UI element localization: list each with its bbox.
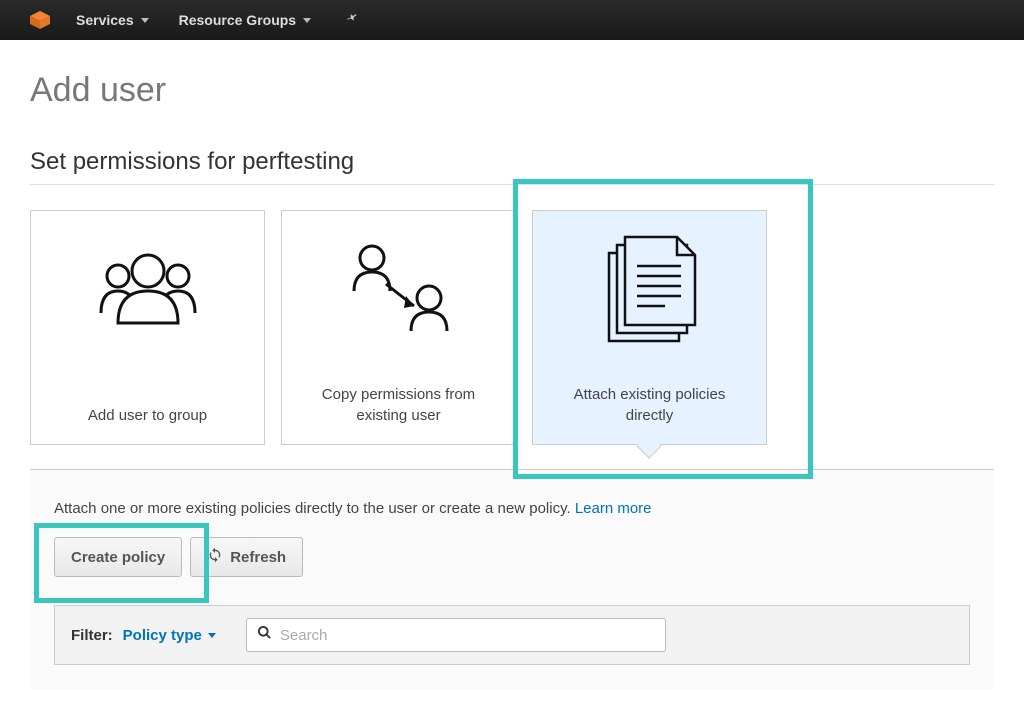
caret-down-icon	[303, 18, 311, 23]
pin-icon[interactable]	[345, 11, 359, 29]
nav-services[interactable]: Services	[70, 12, 155, 28]
filter-policy-type-dropdown[interactable]: Policy type	[123, 627, 216, 644]
refresh-icon	[207, 547, 223, 567]
search-input[interactable]	[280, 627, 655, 644]
filter-label: Filter:	[71, 627, 113, 644]
create-policy-button[interactable]: Create policy	[54, 537, 182, 577]
selected-pointer-icon	[636, 433, 661, 458]
top-nav: Services Resource Groups	[0, 0, 1024, 40]
button-row: Create policy Refresh	[54, 537, 970, 577]
nav-resource-groups-label: Resource Groups	[179, 12, 296, 28]
search-input-wrapper[interactable]	[246, 618, 666, 652]
nav-resource-groups[interactable]: Resource Groups	[173, 12, 317, 28]
card-attach-policies[interactable]: Attach existing policies directly	[532, 210, 767, 445]
filter-policy-type-label: Policy type	[123, 627, 202, 644]
permission-cards-row: Add user to group Copy permissions from …	[30, 210, 994, 445]
panel-desc-text: Attach one or more existing policies dir…	[54, 500, 575, 517]
panel-description: Attach one or more existing policies dir…	[54, 500, 970, 517]
learn-more-link[interactable]: Learn more	[575, 500, 652, 517]
copy-user-icon	[282, 211, 515, 371]
group-icon	[31, 211, 264, 371]
card-label: Copy permissions from existing user	[305, 384, 491, 426]
nav-services-label: Services	[76, 12, 134, 28]
policies-doc-icon	[533, 211, 766, 371]
caret-down-icon	[208, 633, 216, 638]
search-icon	[257, 625, 272, 645]
card-add-to-group[interactable]: Add user to group	[30, 210, 265, 445]
refresh-label: Refresh	[230, 549, 286, 566]
card-copy-permissions[interactable]: Copy permissions from existing user	[281, 210, 516, 445]
filter-bar: Filter: Policy type	[54, 605, 970, 665]
aws-logo-icon[interactable]	[28, 8, 52, 32]
card-label: Add user to group	[54, 405, 240, 426]
attach-policies-panel: Attach one or more existing policies dir…	[30, 469, 994, 689]
caret-down-icon	[141, 18, 149, 23]
sub-title: Set permissions for perftesting	[30, 148, 994, 185]
create-policy-label: Create policy	[71, 549, 165, 566]
page-content: Add user Set permissions for perftesting…	[0, 40, 1024, 714]
refresh-button[interactable]: Refresh	[190, 537, 303, 577]
card-label: Attach existing policies directly	[556, 384, 742, 426]
page-title: Add user	[30, 71, 994, 110]
